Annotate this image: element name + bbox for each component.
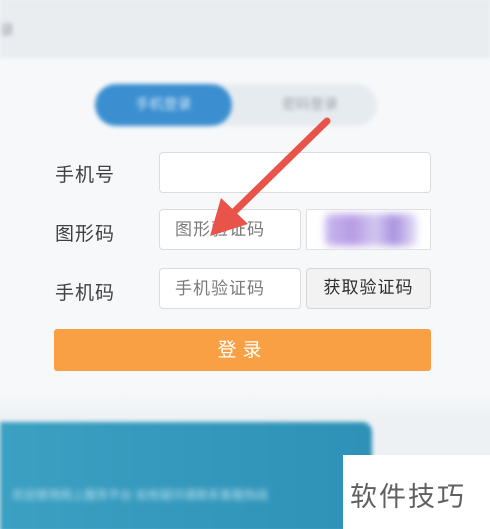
top-bar-title: 录 [0, 23, 15, 39]
captcha-input[interactable]: 图形验证码 [159, 209, 301, 250]
top-bar: 录 [0, 0, 490, 58]
phone-input[interactable] [159, 152, 431, 193]
watermark-text: 软件技巧 [350, 482, 466, 513]
sms-code-input[interactable]: 手机验证码 [159, 268, 301, 309]
sms-label: 手机码 [55, 282, 116, 304]
login-page: 录 手机登录 密码登录 手机号 图形码 图形验证码 手机码 手机验证码 获取验证… [0, 0, 490, 529]
captcha-image[interactable] [306, 209, 431, 250]
banner-text: 欢迎使用网上服务平台 如有疑问请联系客服热线 [12, 488, 268, 502]
tab-password-login[interactable]: 密码登录 [245, 84, 375, 126]
watermark: 软件技巧 [343, 455, 490, 529]
promo-banner: 欢迎使用网上服务平台 如有疑问请联系客服热线 [0, 422, 372, 529]
captcha-label: 图形码 [55, 223, 116, 245]
tab-phone-login[interactable]: 手机登录 [95, 84, 232, 126]
login-button[interactable]: 登录 [54, 329, 431, 371]
phone-label: 手机号 [55, 164, 116, 186]
login-tabs: 手机登录 密码登录 [95, 84, 377, 126]
captcha-noise [325, 214, 417, 246]
get-sms-code-button[interactable]: 获取验证码 [306, 268, 431, 309]
